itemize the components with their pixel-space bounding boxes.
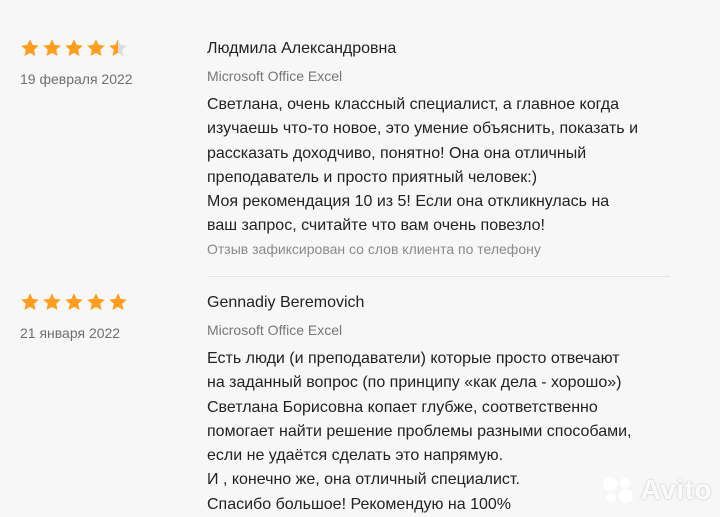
avito-dots-icon — [602, 477, 633, 503]
star-rating — [20, 292, 128, 314]
star-icon — [21, 39, 39, 56]
star-icon — [109, 39, 127, 56]
review-divider — [207, 276, 670, 277]
review-date: 21 января 2022 — [20, 325, 121, 341]
star-icon — [21, 293, 39, 310]
avito-watermark-logo: Avito — [601, 474, 712, 506]
reviewer-name: Gennadiy Beremovich — [207, 294, 365, 311]
review-text: Светлана, очень классный специалист, а г… — [207, 96, 639, 235]
reviewer-name: Людмила Александровна — [207, 40, 397, 57]
star-icon — [43, 39, 61, 56]
review-subject: Microsoft Office Excel — [207, 68, 343, 84]
star-rating — [20, 38, 128, 60]
review-date: 19 февраля 2022 — [20, 71, 133, 87]
star-icon — [87, 293, 105, 310]
star-icon — [65, 293, 83, 310]
star-icon — [87, 39, 105, 56]
review-subject: Microsoft Office Excel — [207, 322, 343, 338]
star-icon — [109, 293, 127, 310]
watermark-text: Avito — [640, 474, 712, 505]
star-icon — [43, 293, 61, 310]
review-note: Отзыв зафиксирован со слов клиента по те… — [207, 241, 541, 257]
star-icon — [65, 39, 83, 56]
